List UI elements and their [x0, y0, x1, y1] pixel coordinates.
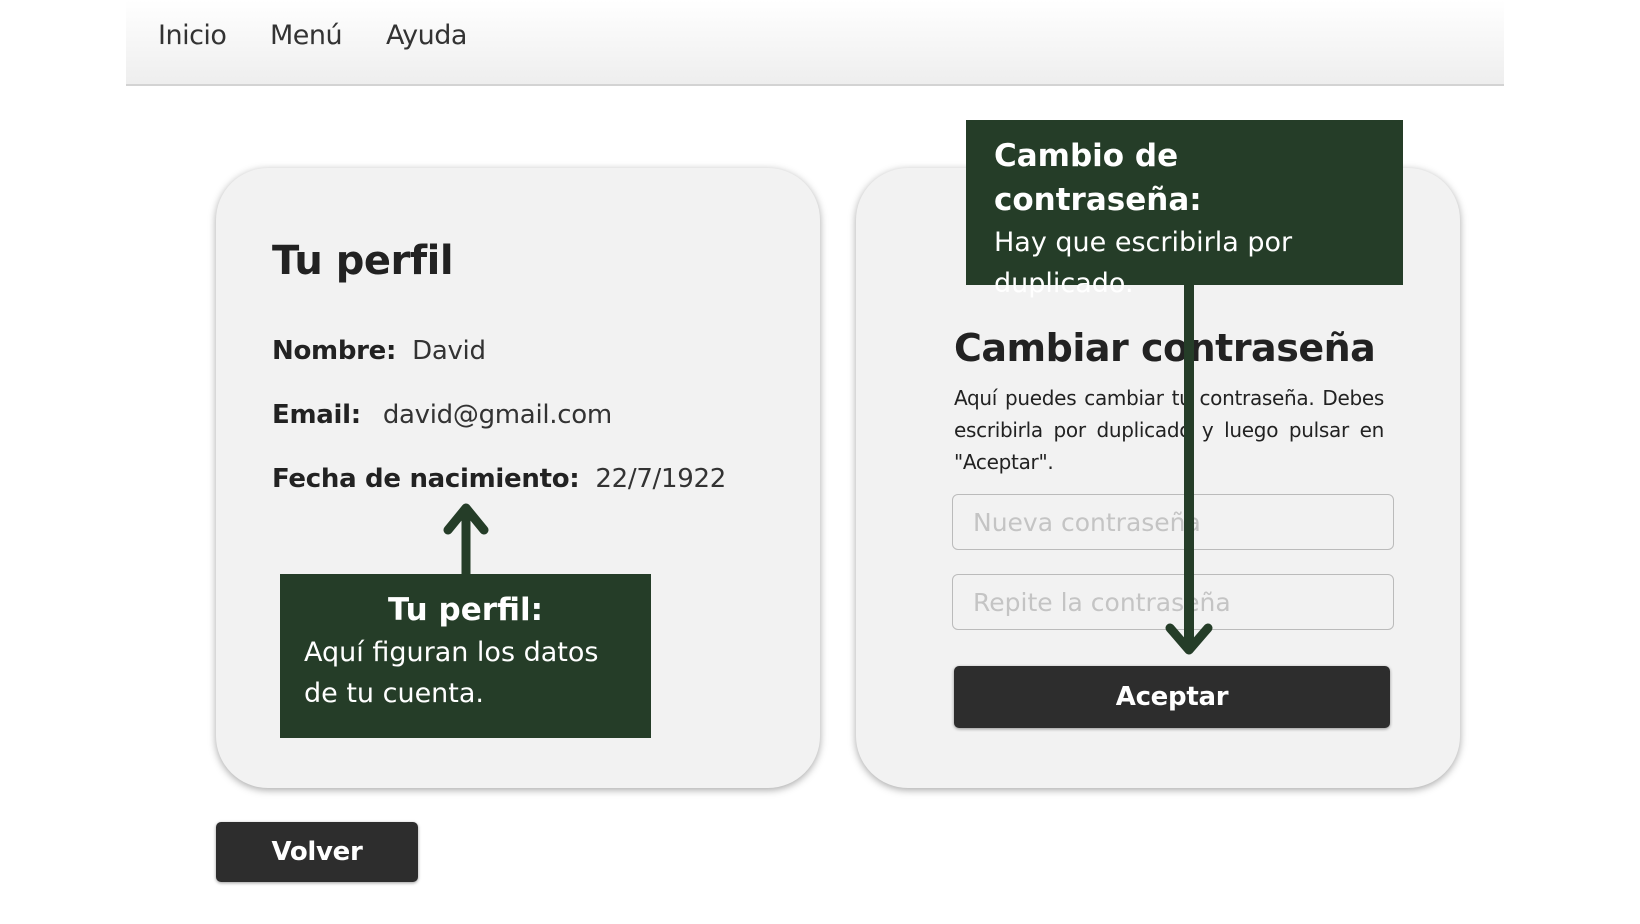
profile-annotation-title: Tu perfil: — [387, 592, 544, 628]
nav-item-ayuda[interactable]: Ayuda — [386, 20, 467, 51]
top-navbar: Inicio Menú Ayuda — [126, 0, 1504, 86]
repeat-password-input[interactable] — [952, 574, 1394, 630]
password-description: Aquí puedes cambiar tu contraseña. Debes… — [954, 386, 1384, 474]
profile-annotation-text: Aquí figuran los datos de tu cuenta. — [304, 637, 599, 709]
nav-item-menu[interactable]: Menú — [270, 20, 343, 51]
profile-row-email: Email: david@gmail.com — [272, 400, 612, 430]
email-value: david@gmail.com — [382, 400, 612, 430]
password-title: Cambiar contraseña — [954, 326, 1376, 370]
back-button[interactable]: Volver — [216, 822, 418, 882]
nav-item-inicio[interactable]: Inicio — [158, 20, 227, 51]
page: Inicio Menú Ayuda Tu perfil Nombre: David… — [0, 0, 1640, 924]
new-password-input[interactable] — [952, 494, 1394, 550]
profile-row-name: Nombre: David — [272, 336, 486, 366]
accept-button[interactable]: Aceptar — [954, 666, 1390, 728]
password-annotation-text: Hay que escribirla por duplicado. — [994, 227, 1293, 299]
profile-row-birthdate: Fecha de nacimiento: 22/7/1922 — [272, 464, 726, 494]
birthdate-value: 22/7/1922 — [595, 464, 726, 494]
name-value: David — [412, 336, 486, 366]
profile-annotation: Tu perfil: Aquí figuran los datos de tu … — [280, 574, 651, 738]
profile-title: Tu perfil — [272, 238, 454, 284]
password-annotation-title: Cambio de contraseña: — [994, 138, 1202, 218]
birthdate-label: Fecha de nacimiento: — [272, 464, 580, 494]
password-annotation: Cambio de contraseña: Hay que escribirla… — [966, 120, 1403, 299]
name-label: Nombre: — [272, 336, 397, 366]
email-label: Email: — [272, 400, 361, 430]
